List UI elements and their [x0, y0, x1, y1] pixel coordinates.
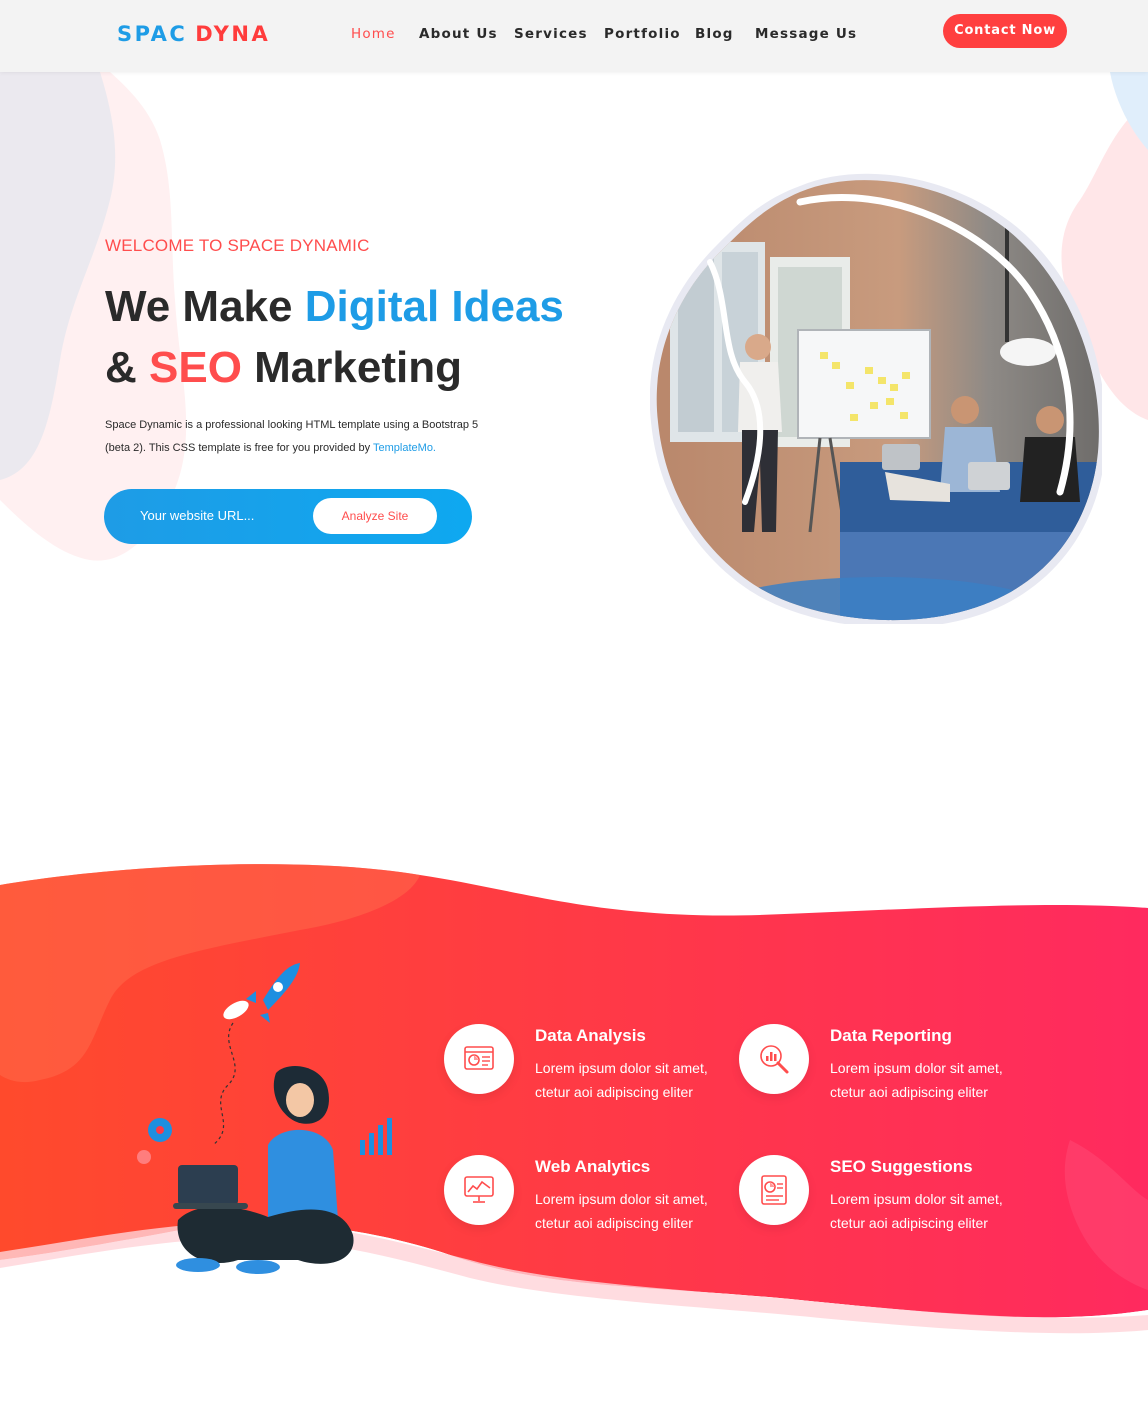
- nav-link-portfolio[interactable]: Portfolio: [604, 26, 681, 42]
- nav-link-message[interactable]: Message Us: [755, 26, 857, 42]
- hero-title-line-2: & SEO Marketing: [105, 337, 564, 398]
- contact-now-button[interactable]: Contact Now: [943, 14, 1067, 48]
- service-icon-circle: [444, 1024, 514, 1094]
- service-icon-circle: [444, 1155, 514, 1225]
- monitor-analytics-icon: [464, 1176, 494, 1203]
- logo-text-primary: SPAC: [117, 22, 188, 46]
- rocket-icon: [223, 963, 300, 1023]
- website-url-input[interactable]: Your website URL...: [140, 508, 254, 523]
- hero-title-text: &: [105, 343, 149, 392]
- service-description: Lorem ipsum dolor sit amet, ctetur aoi a…: [830, 1191, 1003, 1231]
- hero-title-line-1: We Make Digital Ideas: [105, 276, 564, 337]
- service-description: Lorem ipsum dolor sit amet, ctetur aoi a…: [535, 1191, 708, 1231]
- woman-laptop-rocket-illustration: [137, 963, 392, 1274]
- office-team-meeting-photo: [650, 173, 1102, 624]
- hero-title: We Make Digital Ideas & SEO Marketing: [105, 276, 564, 398]
- service-description: Lorem ipsum dolor sit amet, ctetur aoi a…: [535, 1060, 708, 1100]
- hero-title-highlight-red: SEO: [149, 343, 242, 392]
- hero-eyebrow: WELCOME TO SPACE DYNAMIC: [105, 236, 370, 255]
- logo-text-secondary: DYNA: [195, 22, 271, 46]
- service-title: Data Reporting: [830, 1026, 952, 1045]
- nav-link-blog[interactable]: Blog: [695, 26, 734, 42]
- templatemo-link[interactable]: TemplateMo.: [373, 442, 436, 454]
- nav-link-about[interactable]: About Us: [419, 26, 498, 42]
- service-icon-circle: [739, 1024, 809, 1094]
- magnifier-chart-icon: [760, 1045, 789, 1074]
- nav-link-services[interactable]: Services: [514, 26, 588, 42]
- url-search-form: Your website URL... Analyze Site: [104, 489, 472, 544]
- site-logo[interactable]: SPAC DYNA: [117, 22, 270, 46]
- report-chart-icon: [464, 1046, 494, 1070]
- service-title: SEO Suggestions: [830, 1157, 973, 1176]
- hero-title-text: We Make: [105, 282, 305, 331]
- hero-description: Space Dynamic is a professional looking …: [105, 414, 495, 460]
- service-description: Lorem ipsum dolor sit amet, ctetur aoi a…: [830, 1060, 1003, 1100]
- hero-title-text: Marketing: [241, 343, 462, 392]
- service-title: Data Analysis: [535, 1026, 646, 1045]
- hero-title-highlight-blue: Digital Ideas: [304, 282, 564, 331]
- nav-link-home[interactable]: Home: [351, 26, 396, 42]
- analyze-site-button[interactable]: Analyze Site: [313, 498, 437, 534]
- document-chart-icon: [761, 1175, 787, 1205]
- top-navbar: SPAC DYNA Home About Us Services Portfoli…: [0, 0, 1148, 72]
- service-title: Web Analytics: [535, 1157, 651, 1176]
- service-icon-circle: [739, 1155, 809, 1225]
